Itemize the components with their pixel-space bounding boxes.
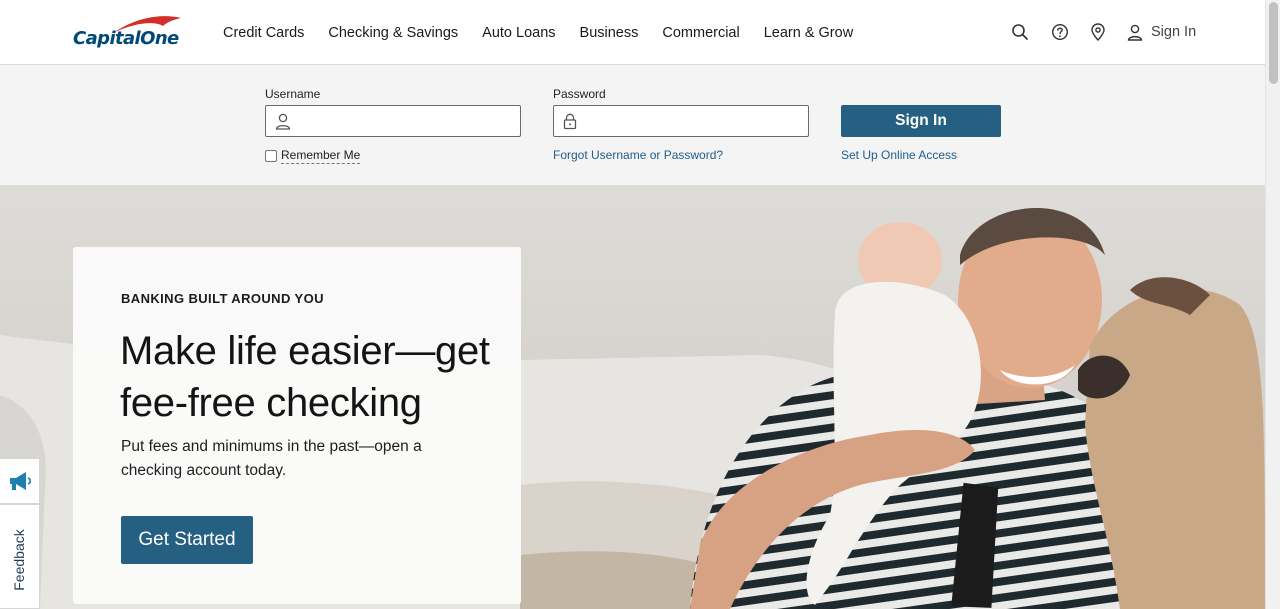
location-pin-icon	[1091, 23, 1105, 41]
nav-credit-cards[interactable]: Credit Cards	[223, 25, 304, 41]
password-input[interactable]	[586, 110, 801, 132]
user-icon	[275, 113, 291, 130]
sign-in-button[interactable]: Sign In	[841, 105, 1001, 137]
feedback-label[interactable]: Feedback	[11, 529, 27, 590]
feedback-icon-tab[interactable]	[0, 458, 40, 504]
get-started-button[interactable]: Get Started	[121, 516, 253, 564]
username-input[interactable]	[298, 110, 513, 132]
username-label: Username	[265, 87, 321, 101]
setup-online-access-link[interactable]: Set Up Online Access	[841, 148, 957, 162]
user-icon	[1127, 24, 1143, 41]
nav-business[interactable]: Business	[580, 25, 639, 41]
help-icon	[1051, 23, 1069, 41]
search-icon	[1012, 24, 1028, 40]
hero-banner: BANKING BUILT AROUND YOU Make life easie…	[0, 185, 1265, 609]
nav-commercial[interactable]: Commercial	[662, 25, 739, 41]
hero-subtext: Put fees and minimums in the past—open a…	[121, 438, 422, 479]
checkbox-icon[interactable]	[265, 150, 277, 162]
nav-learn-grow[interactable]: Learn & Grow	[764, 25, 853, 41]
lock-icon	[563, 113, 577, 130]
page-scrollbar[interactable]	[1265, 0, 1280, 609]
header-sign-in-label: Sign In	[1151, 24, 1197, 40]
password-field[interactable]	[553, 105, 809, 137]
hero-card: BANKING BUILT AROUND YOU Make life easie…	[73, 247, 521, 604]
main-nav: Credit Cards Checking & Savings Auto Loa…	[211, 0, 865, 65]
remember-me-label[interactable]: Remember Me	[281, 148, 361, 164]
logo-wordmark: CapitalOne	[73, 28, 179, 49]
scrollbar-thumb[interactable]	[1269, 2, 1278, 84]
capital-one-logo[interactable]: CapitalOne	[73, 14, 185, 54]
hero-headline: Make life easier—get fee-free checking	[120, 329, 490, 425]
site-header: CapitalOne Credit Cards Checking & Savin…	[0, 0, 1265, 65]
feedback-tab[interactable]: Feedback	[0, 504, 40, 609]
hero-eyebrow: BANKING BUILT AROUND YOU	[121, 291, 324, 306]
login-panel: Username Remember Me Password Forgot Use…	[0, 65, 1265, 185]
header-sign-in-link[interactable]: Sign In	[1127, 20, 1196, 44]
forgot-credentials-link[interactable]: Forgot Username or Password?	[553, 148, 723, 162]
megaphone-icon	[9, 472, 31, 490]
username-field[interactable]	[265, 105, 521, 137]
search-button[interactable]	[1009, 20, 1031, 44]
location-button[interactable]	[1087, 20, 1109, 44]
password-label: Password	[553, 87, 606, 101]
nav-auto-loans[interactable]: Auto Loans	[482, 25, 555, 41]
help-button[interactable]	[1049, 20, 1071, 44]
nav-checking-savings[interactable]: Checking & Savings	[328, 25, 458, 41]
remember-me-checkbox[interactable]: Remember Me	[265, 148, 361, 164]
